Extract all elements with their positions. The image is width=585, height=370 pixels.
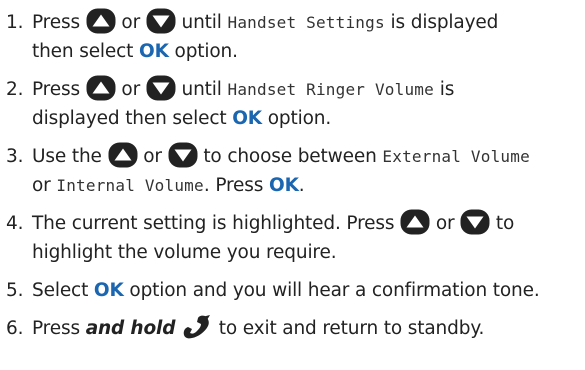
ok-label: OK [93,280,124,301]
down-arrow-icon [146,75,176,101]
display-text: Handset Settings [227,13,385,32]
down-arrow-icon [460,209,490,235]
step-number: 5. [6,280,24,301]
down-arrow-icon [168,142,198,168]
step-3: 3. Use the or to choose between External… [6,142,581,200]
step-6: 6. Press and hold to exit and return to … [6,314,581,343]
display-text: Handset Ringer Volume [227,80,434,99]
step-number: 2. [6,79,24,100]
step-1: 1. Press or until Handset Settings is di… [6,8,581,66]
step-text: Press and hold to exit and return to sta… [32,314,581,343]
ok-label: OK [232,108,262,129]
end-call-handset-icon [181,314,213,340]
step-number: 3. [6,146,24,167]
step-text: Press or until Handset Settings is displ… [32,8,581,66]
emphasis-text: and hold [85,318,176,339]
instruction-steps: 1. Press or until Handset Settings is di… [6,8,581,352]
step-text: Select OK option and you will hear a con… [32,280,540,301]
step-5: 5. Select OK option and you will hear a … [6,276,581,305]
ok-label: OK [139,41,169,62]
up-arrow-icon [86,75,116,101]
ok-label: OK [269,175,299,196]
up-arrow-icon [108,142,138,168]
step-number: 6. [6,318,24,339]
step-4: 4. The current setting is highlighted. P… [6,209,581,267]
up-arrow-icon [86,8,116,34]
step-text: Press or until Handset Ringer Volume is … [32,75,581,133]
step-text: The current setting is highlighted. Pres… [32,209,581,267]
step-number: 4. [6,213,24,234]
step-number: 1. [6,12,24,33]
display-text-internal: Internal Volume [56,176,204,195]
step-2: 2. Press or until Handset Ringer Volume … [6,75,581,133]
down-arrow-icon [146,8,176,34]
up-arrow-icon [400,209,430,235]
display-text-external: External Volume [382,147,530,166]
step-text: Use the or to choose between External Vo… [32,142,581,200]
